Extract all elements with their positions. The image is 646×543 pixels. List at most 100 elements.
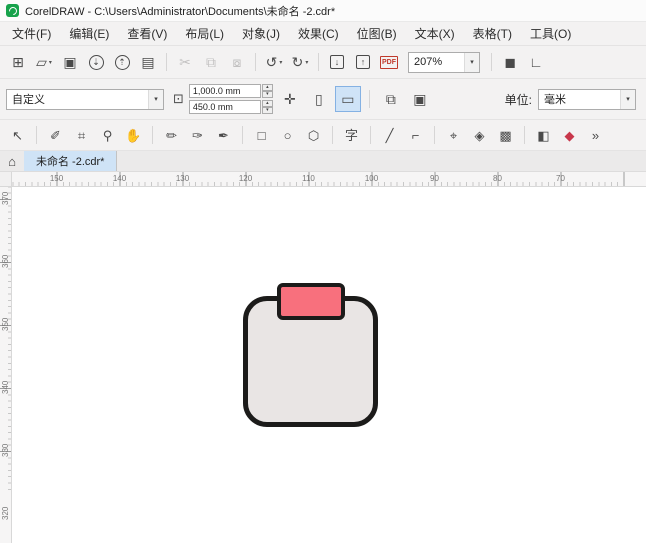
full-screen-preview-button[interactable]: ◼: [498, 50, 522, 74]
menu-item[interactable]: 编辑(E): [60, 22, 118, 45]
open-from-cloud-button[interactable]: ⇣: [84, 50, 108, 74]
height-increment-button[interactable]: ▴: [261, 100, 273, 107]
ruler-number: 150: [49, 174, 64, 183]
width-increment-button[interactable]: ▴: [261, 84, 273, 91]
color-eyedropper-tool-button[interactable]: ⌖: [442, 124, 465, 146]
menu-item[interactable]: 布局(L): [176, 22, 233, 45]
menu-item[interactable]: 工具(O): [521, 22, 580, 45]
zoom-tool-button[interactable]: ⚲: [96, 124, 119, 146]
fill-tool-button[interactable]: ▩: [494, 124, 517, 146]
nudge-offset-button[interactable]: ✛: [278, 87, 302, 111]
ruler-number: 140: [112, 174, 127, 183]
coreldraw-window: CorelDRAW - C:\Users\Administrator\Docum…: [0, 0, 646, 543]
zoom-level-select[interactable]: 207% ▾: [408, 51, 480, 73]
freehand-tool-button[interactable]: ✏: [160, 124, 183, 146]
cut-button[interactable]: ✂: [173, 50, 197, 74]
page-height-row: ▴ ▾: [188, 100, 273, 114]
portrait-button[interactable]: ▯: [307, 87, 331, 111]
apply-current-page-button[interactable]: ▣: [408, 87, 432, 111]
chevron-down-icon[interactable]: ▾: [148, 89, 163, 109]
smart-fill-tool-button[interactable]: ◆: [558, 124, 581, 146]
menu-item[interactable]: 效果(C): [289, 22, 348, 45]
chevron-down-icon[interactable]: ▾: [464, 52, 479, 72]
import-button[interactable]: ↓: [325, 50, 349, 74]
units-select[interactable]: 毫米 ▾: [538, 88, 636, 110]
shape-tool-button[interactable]: ✐: [44, 124, 67, 146]
apply-all-pages-button[interactable]: ⧉: [379, 87, 403, 111]
interactive-fill-tool-button[interactable]: ◧: [532, 124, 555, 146]
vertical-ruler[interactable]: 370 360 350 340 330 320: [0, 187, 12, 543]
landscape-button[interactable]: ▭: [334, 86, 361, 112]
width-stepper: ▴ ▾: [261, 84, 273, 98]
copy-button[interactable]: ⧉: [199, 50, 223, 74]
dimension-tool-button[interactable]: ╱: [378, 124, 401, 146]
undo-button[interactable]: ↺ ▾: [262, 50, 286, 74]
save-button[interactable]: ▣: [58, 50, 82, 74]
text-tool-button[interactable]: 字: [340, 124, 363, 146]
copy-icon: ⧉: [206, 54, 216, 70]
polygon-tool-icon: ⬡: [307, 127, 320, 143]
ruler-number: 70: [556, 174, 565, 183]
toolbar-group-right: ◼ ∟: [487, 50, 548, 74]
rectangle-tool-button[interactable]: □: [250, 124, 273, 146]
menu-item[interactable]: 位图(B): [348, 22, 406, 45]
separator: [524, 126, 525, 144]
menu-bar: 文件(F) 编辑(E) 查看(V) 布局(L) 对象(J) 效果(C) 位图(B) 文本(X)…: [0, 22, 646, 46]
page-size-preset-select[interactable]: 自定义 ▾: [6, 88, 164, 110]
pick-tool-button[interactable]: ↖: [6, 124, 29, 146]
canvas[interactable]: [12, 187, 646, 543]
connector-tool-button[interactable]: ⌐: [404, 124, 427, 146]
save-to-cloud-button[interactable]: ⇡: [110, 50, 134, 74]
more-tools-button[interactable]: »: [584, 124, 607, 146]
redo-button[interactable]: ↻ ▾: [288, 50, 312, 74]
document-tab-bar: ⌂ 未命名 -2.cdr*: [0, 151, 646, 172]
drawn-red-tab[interactable]: [277, 283, 345, 320]
ruler-number: 110: [302, 174, 315, 183]
export-button[interactable]: ↑: [351, 50, 375, 74]
page-height-input[interactable]: [188, 100, 261, 114]
ruler-origin[interactable]: [0, 172, 12, 187]
save-to-cloud-icon: ⇡: [114, 54, 130, 70]
show-rulers-button[interactable]: ∟: [524, 50, 548, 74]
horizontal-ruler[interactable]: 150 140 130 120 110 100 90 80 70: [12, 172, 646, 187]
ruler-number: 120: [238, 174, 253, 183]
ruler-number: 320: [1, 506, 10, 521]
smart-fill-tool-icon: ◆: [564, 127, 575, 143]
separator: [36, 126, 37, 144]
paste-button[interactable]: ⧇: [225, 50, 249, 74]
menu-item[interactable]: 文件(F): [3, 22, 60, 45]
publish-pdf-button[interactable]: PDF: [377, 50, 401, 74]
document-tab-label: 未命名 -2.cdr*: [36, 156, 105, 168]
menu-item[interactable]: 查看(V): [118, 22, 176, 45]
document-tab[interactable]: 未命名 -2.cdr*: [24, 151, 118, 171]
title-bar: CorelDRAW - C:\Users\Administrator\Docum…: [0, 0, 646, 22]
pen-tool-button[interactable]: ✒: [212, 124, 235, 146]
paste-icon: ⧇: [232, 54, 242, 70]
home-icon[interactable]: ⌂: [0, 151, 24, 171]
menu-item[interactable]: 文本(X): [406, 22, 464, 45]
artistic-media-tool-button[interactable]: ✑: [186, 124, 209, 146]
standard-toolbar: ⊞ ▱ ▾ ▣ ⇣ ⇡ ▤ ✂ ⧉ ⧇ ↺ ▾ ↻ ▾ ↓ ↑ PDF 207%…: [0, 46, 646, 79]
open-from-cloud-icon: ⇣: [88, 54, 104, 70]
chevron-down-icon[interactable]: ▾: [620, 89, 635, 109]
page-width-input[interactable]: [188, 84, 261, 98]
outline-pen-tool-button[interactable]: ◈: [468, 124, 491, 146]
width-decrement-button[interactable]: ▾: [261, 91, 273, 98]
new-document-button[interactable]: ⊞: [6, 50, 30, 74]
crop-tool-button[interactable]: ⌗: [70, 124, 93, 146]
print-button[interactable]: ▤: [136, 50, 160, 74]
ruler-number: 100: [364, 174, 379, 183]
menu-item[interactable]: 表格(T): [464, 22, 521, 45]
apply-current-page-icon: ▣: [413, 91, 427, 107]
pan-tool-button[interactable]: ✋: [122, 124, 145, 146]
menu-item[interactable]: 对象(J): [233, 22, 289, 45]
height-decrement-button[interactable]: ▾: [261, 107, 273, 114]
ellipse-tool-button[interactable]: ○: [276, 124, 299, 146]
window-title: CorelDRAW - C:\Users\Administrator\Docum…: [25, 5, 336, 18]
undo-icon: ↺: [265, 54, 278, 70]
cut-icon: ✂: [179, 54, 191, 70]
ruler-number: 360: [1, 254, 10, 269]
publish-pdf-icon: PDF: [380, 55, 398, 69]
polygon-tool-button[interactable]: ⬡: [302, 124, 325, 146]
open-button[interactable]: ▱ ▾: [32, 50, 56, 74]
